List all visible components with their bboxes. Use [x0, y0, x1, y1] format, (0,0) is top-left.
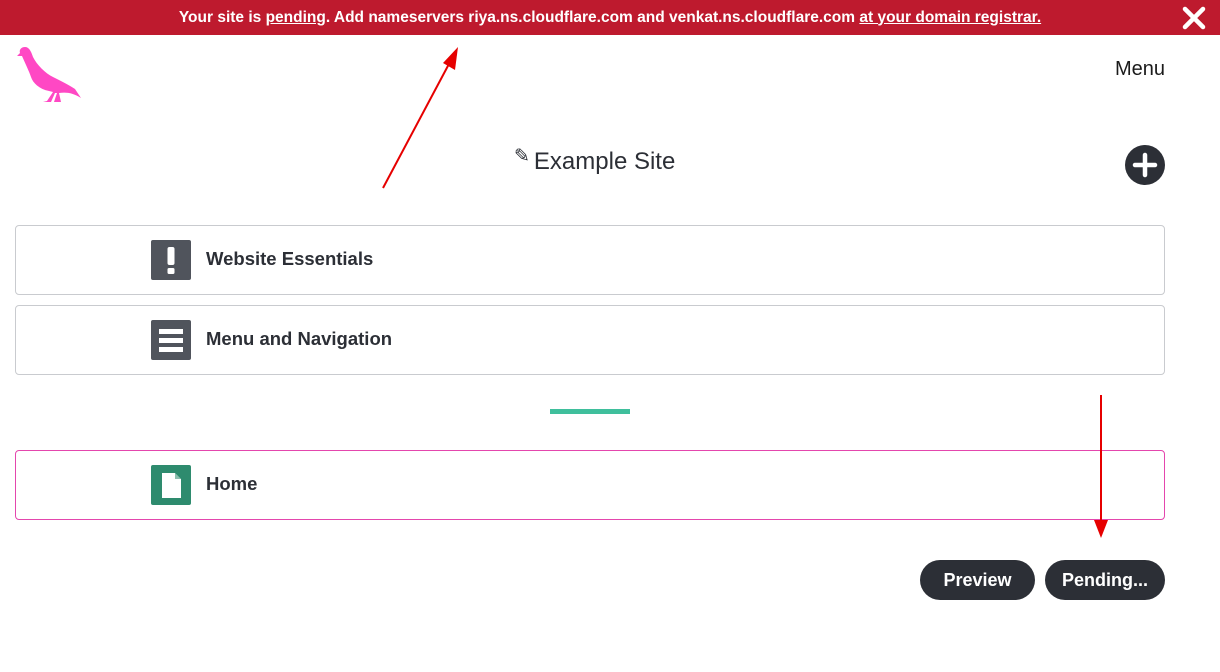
- section-menu-and-navigation[interactable]: Menu and Navigation: [15, 305, 1165, 375]
- pigeon-logo-icon[interactable]: [17, 45, 83, 105]
- site-title[interactable]: ✎ Example Site: [514, 145, 676, 176]
- page-label: Home: [206, 473, 258, 494]
- pending-site-banner: Your site is pending. Add nameservers ri…: [0, 0, 1220, 35]
- section-label: Menu and Navigation: [206, 328, 393, 349]
- banner-text: Your site is pending. Add nameservers ri…: [179, 9, 1041, 27]
- section-divider: [550, 409, 630, 414]
- preview-button[interactable]: Preview: [920, 560, 1035, 600]
- section-website-essentials[interactable]: Website Essentials: [15, 225, 1165, 295]
- exclamation-icon: [151, 240, 191, 280]
- pending-link[interactable]: pending: [266, 9, 326, 26]
- section-label: Website Essentials: [206, 248, 374, 269]
- registrar-link[interactable]: at your domain registrar.: [859, 9, 1041, 26]
- annotation-arrow-banner: [382, 47, 458, 189]
- banner-text-prefix: Your site is: [178, 8, 266, 26]
- pending-button[interactable]: Pending...: [1045, 560, 1165, 600]
- site-title-text: Example Site: [533, 148, 676, 175]
- plus-icon: [1132, 152, 1158, 178]
- page-icon: [151, 465, 191, 505]
- close-icon[interactable]: [1182, 6, 1206, 30]
- menu-button[interactable]: Menu: [1115, 58, 1165, 81]
- page-home[interactable]: Home: [15, 450, 1165, 520]
- list-icon: [151, 320, 191, 360]
- banner-text-nameservers: . Add nameservers riya.ns.cloudflare.com…: [325, 8, 860, 26]
- add-button[interactable]: [1125, 145, 1165, 185]
- pencil-icon[interactable]: ✎: [514, 145, 530, 168]
